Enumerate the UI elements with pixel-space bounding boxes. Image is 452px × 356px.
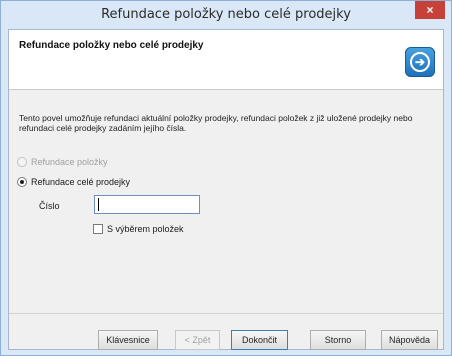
button-separator bbox=[9, 313, 443, 314]
radio-button[interactable] bbox=[17, 177, 27, 187]
receipt-number-input[interactable] bbox=[94, 195, 200, 214]
keyboard-button[interactable]: Klávesnice bbox=[98, 330, 158, 350]
radio-label: Refundace položky bbox=[31, 157, 108, 167]
description-text: Tento povel umožňuje refundaci aktuální … bbox=[19, 113, 413, 133]
item-selection-checkbox-row[interactable]: S výběrem položek bbox=[93, 223, 184, 235]
radio-button[interactable] bbox=[17, 157, 27, 167]
dialog-window: Refundace položky nebo celé prodejky × R… bbox=[0, 0, 452, 356]
back-button[interactable]: < Zpět bbox=[175, 330, 220, 350]
text-caret bbox=[98, 198, 99, 211]
item-selection-label: S výběrem položek bbox=[107, 224, 184, 234]
finish-button[interactable]: Dokončit bbox=[231, 330, 288, 350]
radio-refund-receipt[interactable]: Refundace celé prodejky bbox=[17, 176, 130, 188]
dialog-client-area: Refundace položky nebo celé prodejky ➔ T… bbox=[8, 29, 444, 350]
header-title: Refundace položky nebo celé prodejky bbox=[19, 40, 204, 51]
window-title: Refundace položky nebo celé prodejky bbox=[101, 7, 351, 22]
item-selection-checkbox[interactable] bbox=[93, 224, 103, 234]
wizard-header: Refundace položky nebo celé prodejky ➔ bbox=[9, 30, 443, 90]
number-field-label: Číslo bbox=[39, 201, 60, 211]
radio-refund-item[interactable]: Refundace položky bbox=[17, 156, 108, 168]
help-button[interactable]: Nápověda bbox=[381, 330, 438, 350]
title-bar[interactable]: Refundace položky nebo celé prodejky × bbox=[1, 1, 451, 29]
cancel-button[interactable]: Storno bbox=[310, 330, 366, 350]
wizard-forward-icon: ➔ bbox=[405, 47, 435, 77]
radio-label: Refundace celé prodejky bbox=[31, 177, 131, 187]
arrow-icon: ➔ bbox=[410, 52, 430, 72]
close-button[interactable]: × bbox=[415, 1, 445, 19]
